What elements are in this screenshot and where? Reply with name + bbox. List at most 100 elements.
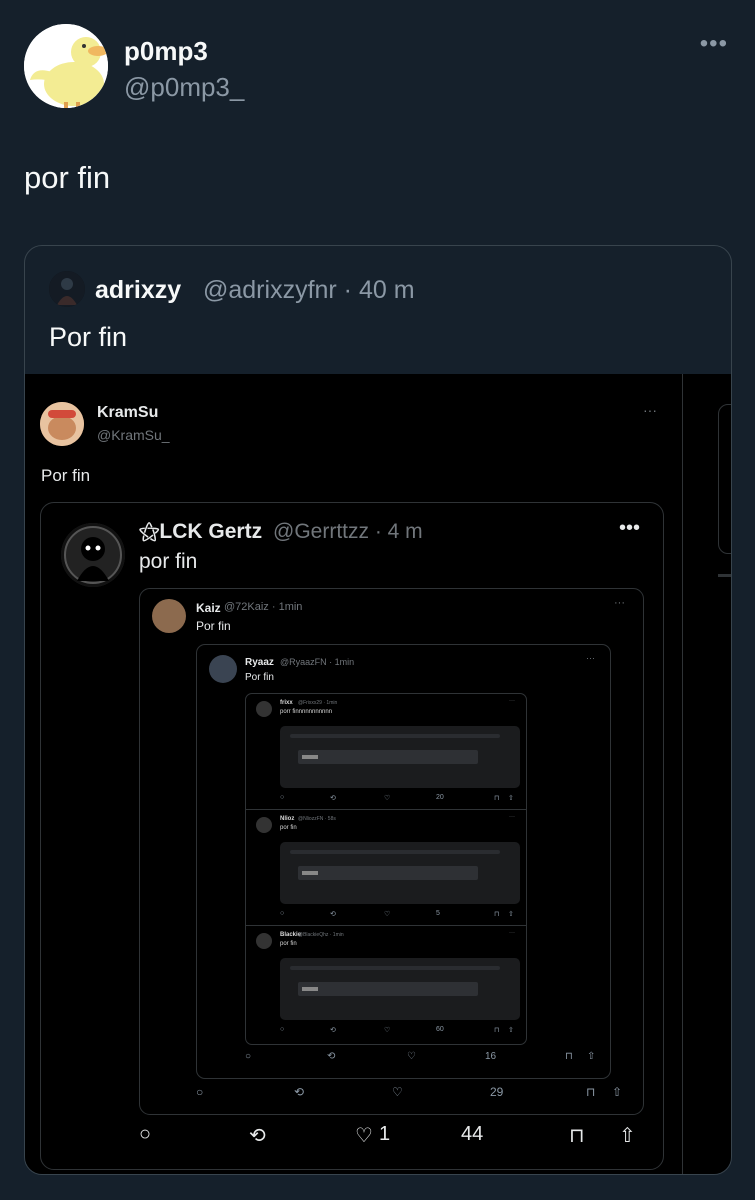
like-count: 1 — [379, 1123, 391, 1145]
post-text: por fin — [280, 825, 297, 831]
post-author-handle: @Gerrttzz · 4 m — [273, 520, 423, 543]
bookmark-icon: ⊓ — [586, 1085, 596, 1099]
bookmark-icon: ⊓ — [565, 1051, 573, 1062]
views-count: 60 — [436, 1026, 444, 1033]
more-options-icon: ··· — [614, 597, 625, 609]
post-author-name: ⚝LCK Gertz — [139, 520, 263, 543]
reply-icon: ○ — [245, 1051, 252, 1062]
action-bar: ○ ⟲ ♡ 20 ⊓ ⇧ — [280, 794, 522, 804]
action-bar: ○ ⟲ ♡ 60 ⊓ ⇧ — [280, 1026, 522, 1036]
more-options-icon: ··· — [509, 930, 515, 936]
embedded-quote-card: ⚝LCK Gertz @Gerrttzz · 4 m ••• por fin K… — [40, 502, 664, 1170]
post-text: Por fin — [196, 619, 231, 633]
avatar — [209, 655, 237, 683]
post-author-handle: @RyaazFN · 1min — [280, 657, 355, 667]
views-count: 44 — [461, 1123, 484, 1145]
tweet-header: p0mp3 @p0mp3_ ••• — [24, 24, 734, 112]
quoted-author-avatar — [49, 271, 85, 307]
author-avatar[interactable] — [24, 24, 108, 108]
views-count: 29 — [490, 1085, 504, 1099]
more-options-icon: ··· — [509, 698, 515, 704]
avatar — [152, 599, 186, 633]
like-icon: ♡ — [392, 1085, 403, 1099]
more-options-icon: ··· — [509, 814, 515, 820]
post-text: porr finnnnnnnnnnn — [280, 709, 333, 715]
avatar — [61, 523, 125, 587]
post-author-name: Nlioz — [280, 816, 295, 822]
share-icon: ⇧ — [508, 1027, 514, 1034]
retweet-icon: ⟲ — [294, 1085, 305, 1099]
more-options-icon: ··· — [586, 653, 595, 663]
like-icon: ♡ — [384, 795, 391, 802]
share-icon: ⇧ — [619, 1125, 636, 1147]
share-icon: ⇧ — [508, 911, 514, 918]
avatar — [256, 817, 272, 833]
share-icon: ⇧ — [508, 795, 514, 802]
views-count: 5 — [436, 910, 440, 917]
tweet-text: por fin — [24, 160, 111, 195]
author-handle[interactable]: @p0mp3_ — [124, 72, 244, 103]
like-icon: ♡ — [384, 911, 391, 918]
post-text: por fin — [139, 550, 198, 573]
like-icon: ♡ — [355, 1125, 373, 1147]
post-text: Por fin — [245, 672, 274, 683]
bookmark-icon: ⊓ — [569, 1125, 585, 1147]
reply-icon: ○ — [139, 1123, 152, 1145]
quoted-tweet[interactable]: adrixzy @adrixzyfnr · 40 m Por fin KramS… — [24, 245, 732, 1175]
action-bar: ○ ⟲ ♡ 29 ⊓ ⇧ — [196, 1085, 640, 1105]
retweet-icon: ⟲ — [327, 1051, 336, 1062]
post-author-name: frixx — [280, 700, 293, 706]
more-options-icon: ··· — [643, 402, 657, 418]
post-text: por fin — [280, 941, 297, 947]
more-options-icon[interactable]: ••• — [700, 30, 728, 58]
embedded-card — [280, 958, 520, 1020]
duck-icon — [24, 24, 108, 108]
bookmark-icon: ⊓ — [494, 911, 500, 918]
list-item: Blackie @BlackieQhz · 1min ··· por fin ○… — [246, 926, 526, 1042]
more-options-icon: ••• — [619, 517, 641, 539]
reply-icon: ○ — [280, 1026, 285, 1033]
share-icon: ⇧ — [587, 1051, 596, 1062]
quoted-author-name: adrixzy — [95, 276, 182, 304]
post-author-name: Ryaaz — [245, 657, 274, 668]
embedded-card — [280, 842, 520, 904]
reply-icon: ○ — [196, 1085, 204, 1099]
reply-icon: ○ — [280, 794, 285, 801]
bookmark-icon: ⊓ — [494, 1027, 500, 1034]
post-author-name: Kaiz — [196, 601, 221, 615]
quoted-author-handle: @adrixzyfnr · 40 m — [203, 276, 415, 304]
quoted-tweet-text: Por fin — [49, 322, 128, 352]
post-author-handle: @NliozzFN · 58s — [298, 816, 336, 822]
views-count: 20 — [436, 794, 444, 801]
embedded-quote-card: Ryaaz @RyaazFN · 1min ··· Por fin frixx … — [196, 644, 611, 1079]
retweet-icon: ⟲ — [330, 911, 336, 918]
avatar — [256, 933, 272, 949]
share-icon: ⇧ — [612, 1085, 623, 1099]
post-author-handle: @BlackieQhz · 1min — [298, 932, 344, 938]
reply-icon: ○ — [280, 910, 285, 917]
sidebar-card — [718, 404, 731, 554]
embedded-quote-card: frixx @Frixxx29 · 1min ··· porr finnnnnn… — [245, 693, 527, 1045]
action-bar: ○ ⟲ ♡ 1 44 ⊓ ⇧ — [139, 1123, 659, 1153]
action-bar: ○ ⟲ ♡ 5 ⊓ ⇧ — [280, 910, 522, 920]
divider — [718, 574, 731, 577]
post-author-handle: @Frixxx29 · 1min — [298, 700, 338, 706]
list-item: frixx @Frixxx29 · 1min ··· porr finnnnnn… — [246, 694, 526, 810]
action-bar: ○ ⟲ ♡ 16 ⊓ ⇧ — [245, 1051, 607, 1067]
divider — [682, 374, 683, 1174]
retweet-icon: ⟲ — [249, 1125, 266, 1147]
embedded-card — [280, 726, 520, 788]
embedded-quote-card: Kaiz @72Kaiz · 1min ··· Por fin Ryaaz @R… — [139, 588, 644, 1115]
post-text: Por fin — [41, 466, 91, 485]
views-count: 16 — [485, 1051, 497, 1062]
retweet-icon: ⟲ — [330, 1027, 336, 1034]
avatar — [256, 701, 272, 717]
like-icon: ♡ — [407, 1051, 416, 1062]
avatar — [40, 402, 84, 446]
author-name[interactable]: p0mp3 — [124, 36, 208, 67]
bookmark-icon: ⊓ — [494, 795, 500, 802]
retweet-icon: ⟲ — [330, 795, 336, 802]
screenshot-image: KramSu @KramSu_ ··· Por fin ⚝LCK Gertz @… — [25, 374, 731, 1174]
like-icon: ♡ — [384, 1027, 391, 1034]
list-item: Nlioz @NliozzFN · 58s ··· por fin ○ ⟲ ♡ … — [246, 810, 526, 926]
